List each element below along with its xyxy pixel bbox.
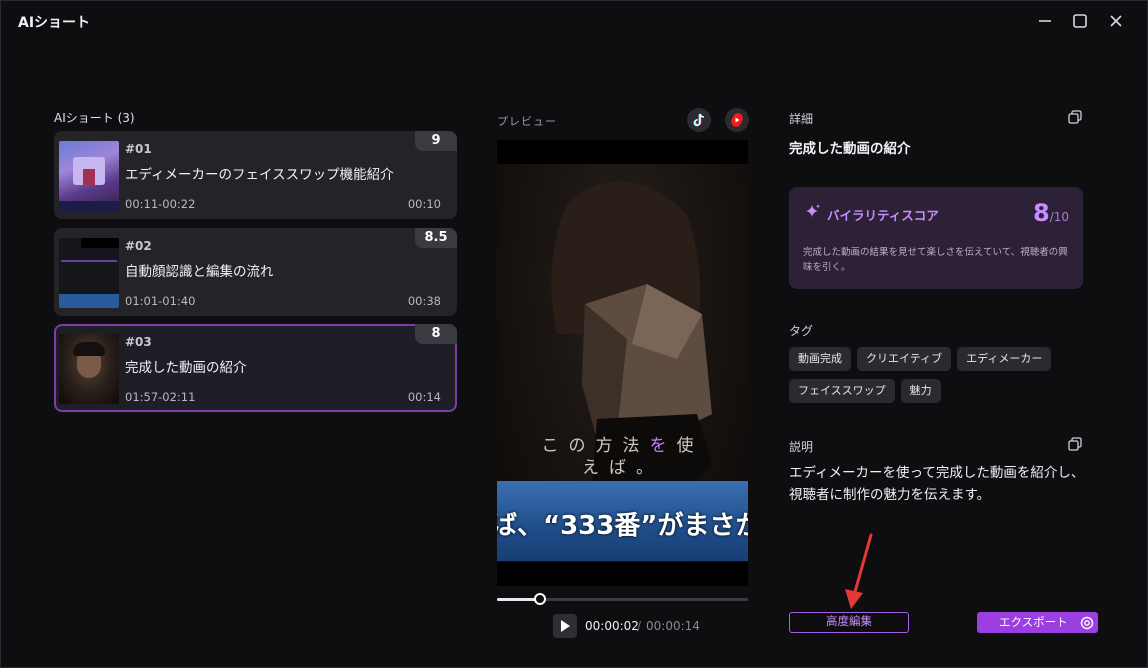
virality-label: バイラリティスコア: [827, 208, 939, 223]
clip-thumbnail: [59, 238, 119, 308]
details-label: 詳細: [789, 112, 814, 126]
clip-title: 完成した動画の紹介: [125, 360, 247, 376]
clip-duration: 00:14: [407, 390, 441, 404]
clip-list-heading: AIショート (3): [54, 111, 135, 125]
tag-chip[interactable]: クリエイティブ: [857, 347, 952, 371]
copy-icon: [1068, 437, 1082, 451]
time-separator: /: [637, 619, 642, 633]
annotation-arrow-icon: [845, 533, 873, 609]
video-caption-band: ば、“333番”がまさかの: [497, 481, 748, 561]
progress-handle[interactable]: [533, 593, 546, 605]
settings-icon[interactable]: [1080, 616, 1094, 630]
clip-card-01[interactable]: #01 エディメーカーのフェイススワップ機能紹介 00:11-00:22 00:…: [54, 131, 457, 219]
clip-card-02[interactable]: #02 自動顔認識と編集の流れ 01:01-01:40 00:38 8.5: [54, 228, 457, 316]
time-current: 00:00:02: [585, 619, 639, 633]
subtitle-segment: 使: [676, 436, 704, 456]
detail-title: 完成した動画の紹介: [789, 141, 911, 157]
export-label: エクスポート: [999, 615, 1068, 629]
window-title: AIショート: [18, 15, 91, 31]
virality-score: 8/10: [1033, 199, 1069, 227]
clip-time-range: 01:57-02:11: [125, 390, 196, 404]
play-icon: [561, 620, 570, 632]
clip-duration: 00:10: [407, 197, 441, 211]
clip-title: エディメーカーのフェイススワップ機能紹介: [125, 167, 394, 183]
subtitle-segment: この方法: [541, 436, 650, 456]
subtitle-highlight: を: [649, 436, 677, 456]
video-subtitle: この方法を使 えば。: [497, 435, 748, 479]
virality-score-max: /10: [1049, 210, 1069, 224]
clip-number: #01: [125, 142, 152, 156]
virality-score-number: 8: [1032, 199, 1050, 227]
preview-label: プレビュー: [497, 115, 557, 128]
tiktok-button[interactable]: [687, 108, 711, 132]
clip-number: #02: [125, 239, 152, 253]
app-window: AIショート AIショート (3) #01 エディメーカーのフェイススワップ機能…: [0, 0, 1148, 668]
copy-title-button[interactable]: [1067, 109, 1083, 125]
close-icon: [1110, 15, 1122, 27]
time-total: 00:00:14: [646, 619, 700, 633]
clip-number: #03: [125, 335, 152, 349]
maximize-button[interactable]: [1067, 9, 1093, 33]
maximize-icon: [1073, 14, 1087, 28]
minimize-icon: [1039, 20, 1051, 22]
copy-icon: [1068, 110, 1082, 124]
clip-score-badge: 9: [415, 131, 457, 151]
clip-time-range: 01:01-01:40: [125, 294, 196, 308]
clip-duration: 00:38: [407, 294, 441, 308]
description-text: エディメーカーを使って完成した動画を紹介し、視聴者に制作の魅力を伝えます。: [789, 465, 1085, 503]
playback-progress-bar[interactable]: [497, 593, 748, 605]
description-label: 説明: [789, 440, 814, 454]
export-button[interactable]: エクスポート: [977, 612, 1098, 633]
clip-title: 自動顔認識と編集の流れ: [125, 264, 274, 280]
tag-chip[interactable]: エディメーカー: [957, 347, 1052, 371]
advanced-edit-button[interactable]: 高度編集: [789, 612, 909, 633]
play-button[interactable]: [553, 614, 577, 638]
youtube-shorts-icon: [731, 113, 743, 127]
title-bar: AIショート: [1, 1, 1148, 41]
clip-score-badge: 8: [415, 324, 457, 344]
youtube-shorts-button[interactable]: [725, 108, 749, 132]
clip-card-03[interactable]: #03 完成した動画の紹介 01:57-02:11 00:14 8: [54, 324, 457, 412]
tiktok-icon: [693, 113, 705, 127]
video-preview[interactable]: この方法を使 えば。 ば、“333番”がまさかの: [497, 140, 748, 586]
video-caption-text: ば、“333番”がまさかの: [497, 511, 748, 541]
tag-list: 動画完成 クリエイティブ エディメーカー フェイススワップ 魅力: [789, 347, 1089, 403]
copy-description-button[interactable]: [1067, 436, 1083, 452]
clip-thumbnail: [59, 141, 119, 211]
tag-chip[interactable]: 魅力: [900, 379, 941, 403]
clip-time-range: 00:11-00:22: [125, 197, 196, 211]
tags-label: タグ: [789, 324, 814, 338]
clip-thumbnail: [59, 334, 119, 404]
close-button[interactable]: [1103, 9, 1129, 33]
clip-score-badge: 8.5: [415, 228, 457, 248]
sparkle-icon: [806, 204, 820, 217]
virality-description: 完成した動画の結果を見せて楽しさを伝えていて、視聴者の興味を引く。: [803, 247, 1068, 273]
virality-score-card: バイラリティスコア 8/10 完成した動画の結果を見せて楽しさを伝えていて、視聴…: [789, 187, 1083, 289]
tag-chip[interactable]: フェイススワップ: [789, 379, 895, 403]
minimize-button[interactable]: [1032, 9, 1058, 33]
tag-chip[interactable]: 動画完成: [789, 347, 851, 371]
subtitle-line-2: えば。: [582, 458, 663, 478]
